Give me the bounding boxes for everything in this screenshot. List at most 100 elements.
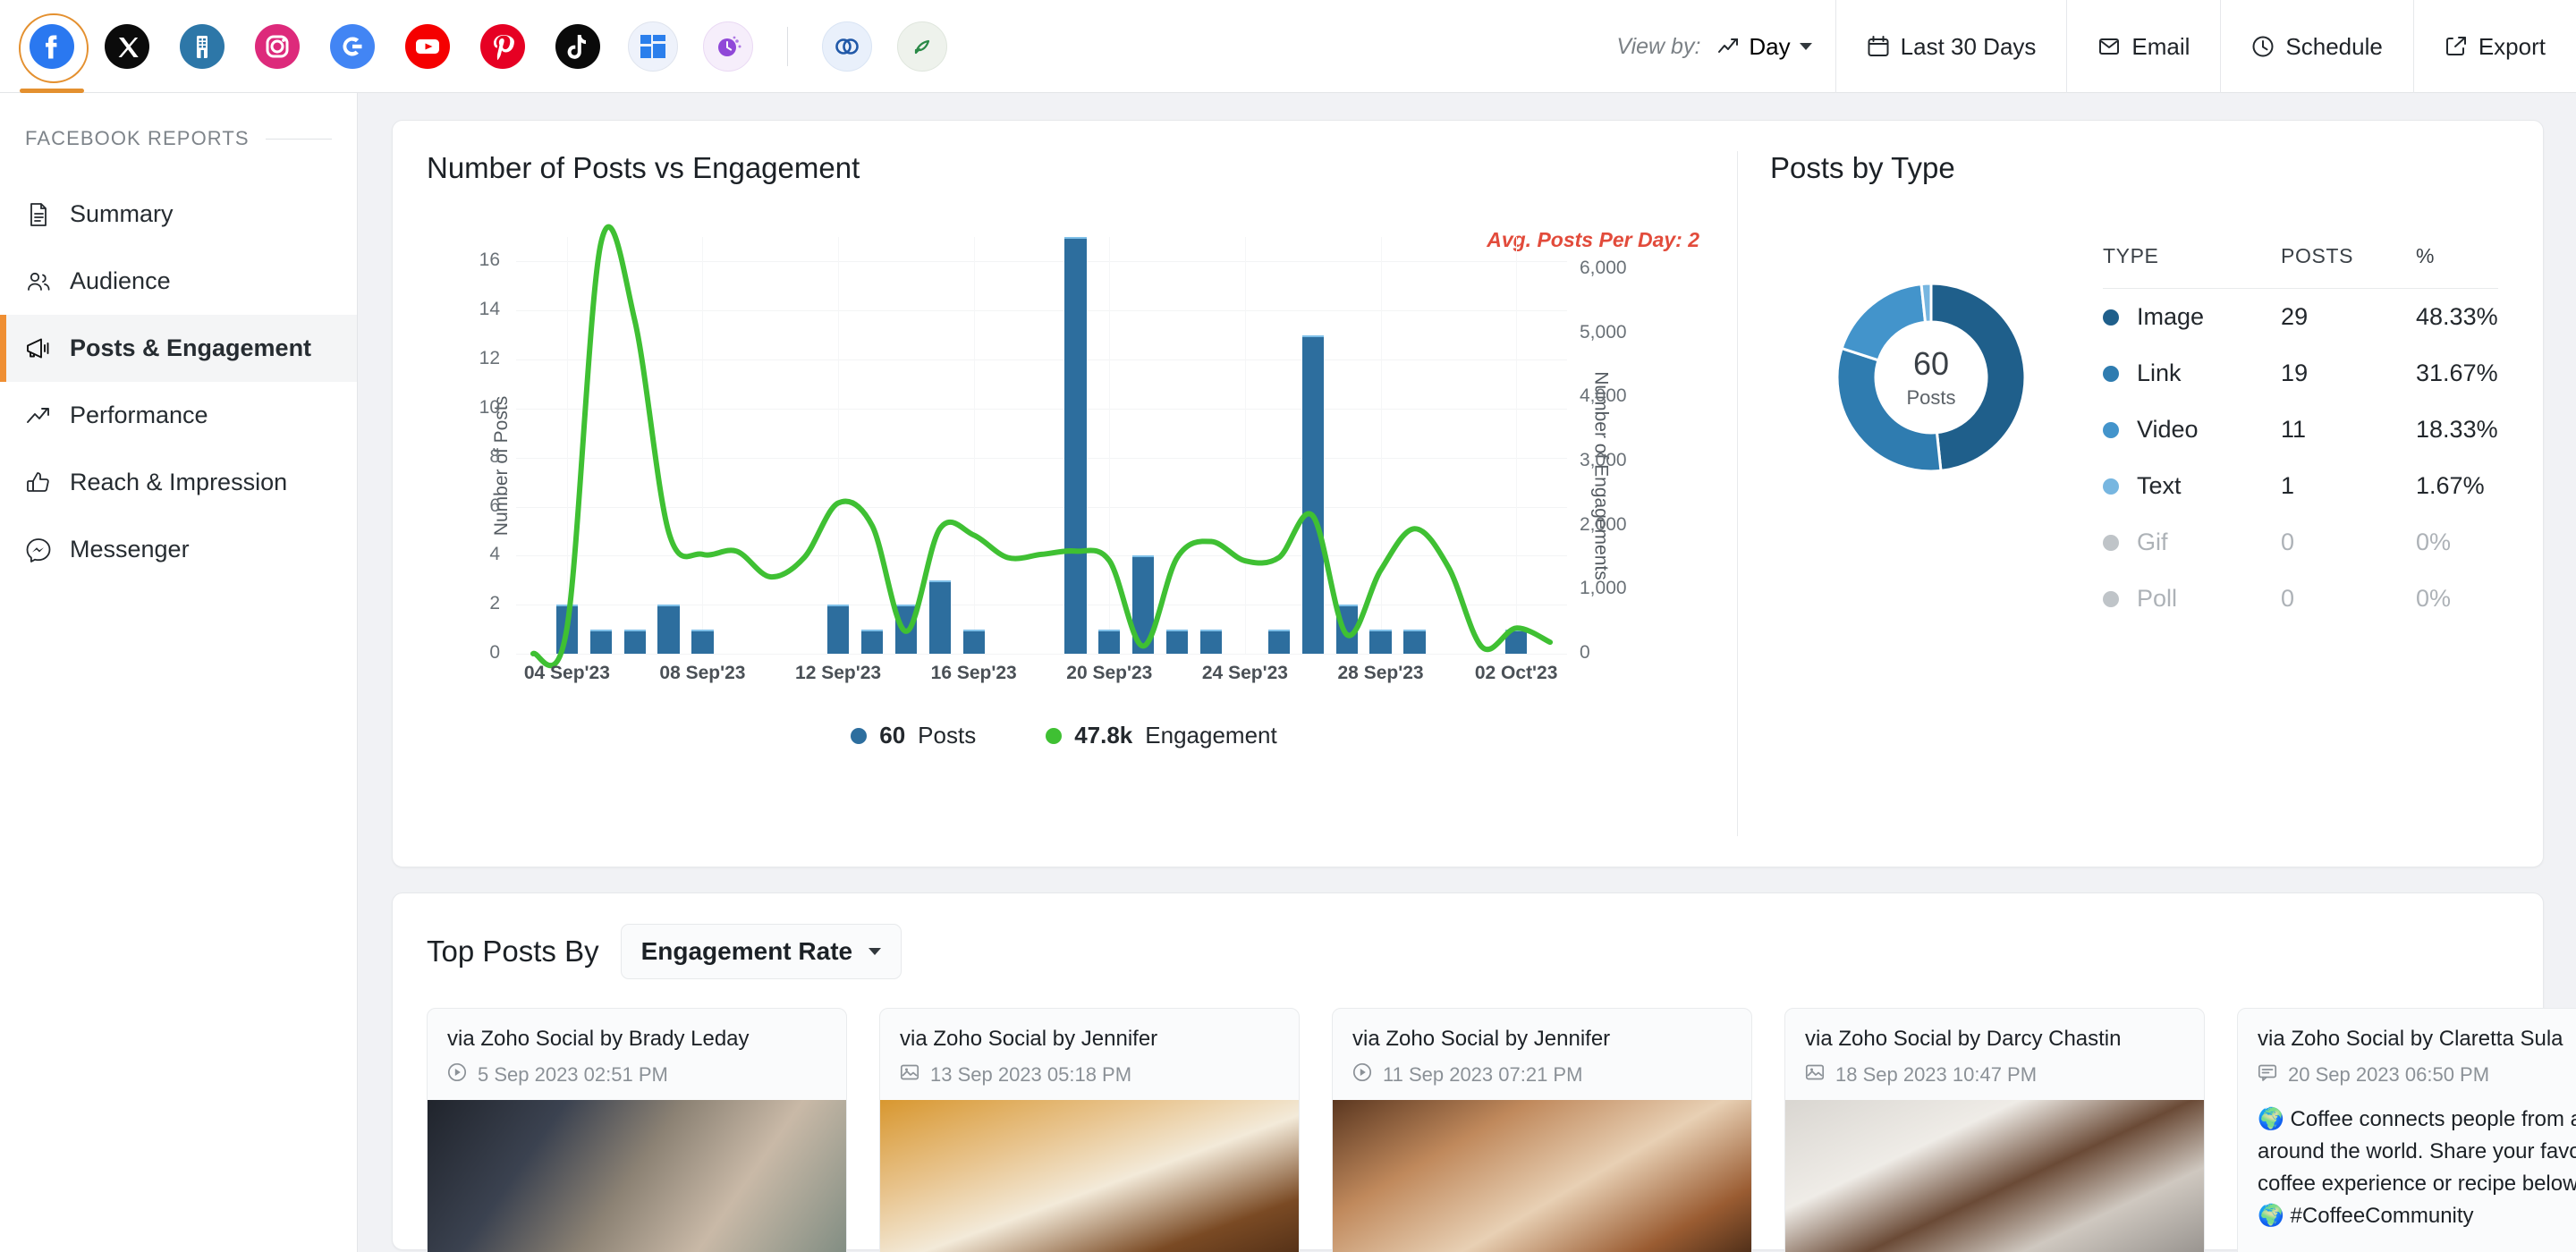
table-row: Poll 0 0% bbox=[2103, 571, 2498, 627]
post-card-header: via Zoho Social by Claretta Sula 20 Sep 2… bbox=[2238, 1009, 2576, 1100]
post-meta: 18 Sep 2023 10:47 PM bbox=[1805, 1062, 2184, 1087]
post-thumbnail bbox=[1785, 1100, 2204, 1252]
export-button[interactable]: Export bbox=[2412, 0, 2576, 93]
sidebar-item-posts-engagement[interactable]: Posts & Engagement bbox=[0, 315, 357, 382]
legend-value: 60 bbox=[879, 722, 906, 749]
cell-type: Video bbox=[2103, 402, 2204, 458]
megaphone-icon bbox=[25, 335, 52, 362]
email-button[interactable]: Email bbox=[2066, 0, 2220, 93]
schedule-label: Schedule bbox=[2285, 32, 2383, 60]
sidebar-item-label: Audience bbox=[70, 267, 171, 294]
column-header-type: TYPE bbox=[2103, 244, 2159, 267]
post-meta: 5 Sep 2023 02:51 PM bbox=[447, 1062, 826, 1087]
posts-by-type-panel: Posts by Type 60 Posts TYPE POSTS % Imag… bbox=[1738, 121, 2543, 867]
channel-pinterest[interactable] bbox=[478, 21, 528, 72]
post-date: 5 Sep 2023 02:51 PM bbox=[478, 1063, 668, 1086]
top-post-card[interactable]: via Zoho Social by Claretta Sula 20 Sep 2… bbox=[2237, 1008, 2576, 1252]
post-card-header: via Zoho Social by Jennifer 11 Sep 2023 0… bbox=[1333, 1009, 1751, 1100]
legend-value: 47.8k bbox=[1074, 722, 1133, 749]
top-post-card[interactable]: via Zoho Social by Brady Leday 5 Sep 2023… bbox=[427, 1008, 847, 1252]
channel-microsoft-tile[interactable] bbox=[628, 21, 678, 72]
type-color-dot bbox=[2103, 534, 2119, 551]
legend-dot bbox=[1046, 727, 1063, 744]
sidebar-item-audience[interactable]: Audience bbox=[0, 248, 357, 315]
line-path bbox=[533, 227, 1550, 666]
x-tick-label: 08 Sep'23 bbox=[659, 663, 746, 683]
sidebar-item-summary[interactable]: Summary bbox=[0, 181, 357, 248]
donut-total-label: Posts bbox=[1906, 386, 1956, 409]
video-icon bbox=[1352, 1062, 1372, 1087]
post-meta: 11 Sep 2023 07:21 PM bbox=[1352, 1062, 1732, 1087]
y-tick-label: 8 bbox=[489, 445, 500, 467]
main-content: Number of Posts vs Engagement Avg. Posts… bbox=[358, 93, 2576, 1252]
cell-posts: 29 bbox=[2281, 303, 2309, 330]
channel-google-business[interactable] bbox=[327, 21, 377, 72]
sidebar-item-performance[interactable]: Performance bbox=[0, 382, 357, 449]
legend-posts: 60 Posts bbox=[851, 722, 976, 749]
post-author: via Zoho Social by Jennifer bbox=[1352, 1027, 1611, 1051]
y-tick-label: 16 bbox=[479, 250, 500, 271]
cell-percent: 1.67% bbox=[2416, 472, 2485, 499]
schedule-button[interactable]: Schedule bbox=[2220, 0, 2412, 93]
view-by-label: View by: bbox=[1616, 33, 1701, 59]
post-card-header: via Zoho Social by Jennifer 13 Sep 2023 0… bbox=[880, 1009, 1299, 1100]
top-post-card[interactable]: via Zoho Social by Darcy Chastin 18 Sep 2… bbox=[1784, 1008, 2205, 1252]
charts-row: Number of Posts vs Engagement Avg. Posts… bbox=[392, 120, 2544, 867]
top-bar: View by: Day Last 30 Days Email Schedule… bbox=[0, 0, 2576, 93]
x-tick-label: 28 Sep'23 bbox=[1337, 663, 1424, 683]
cell-posts: 11 bbox=[2281, 416, 2307, 443]
sidebar-item-label: Reach & Impression bbox=[70, 469, 288, 495]
top-post-card[interactable]: via Zoho Social by Jennifer 11 Sep 2023 0… bbox=[1332, 1008, 1752, 1252]
cell-percent: 0% bbox=[2416, 585, 2452, 612]
x-tick-label: 16 Sep'23 bbox=[930, 663, 1017, 683]
view-by-select[interactable]: Day bbox=[1716, 32, 1812, 61]
cell-posts: 0 bbox=[2281, 529, 2295, 555]
date-range-button[interactable]: Last 30 Days bbox=[1835, 0, 2067, 93]
cell-percent: 48.33% bbox=[2416, 303, 2498, 330]
posts-engagement-chart: Number of Posts Number of Engagements 02… bbox=[427, 224, 1701, 707]
post-meta: 13 Sep 2023 05:18 PM bbox=[900, 1062, 1279, 1087]
cell-posts: 0 bbox=[2281, 585, 2295, 612]
top-post-card[interactable]: via Zoho Social by Jennifer 13 Sep 2023 0… bbox=[879, 1008, 1300, 1252]
channel-zoho-leaf-icon[interactable] bbox=[897, 21, 947, 72]
image-icon bbox=[900, 1062, 919, 1087]
y2-tick-label: 4,000 bbox=[1580, 385, 1627, 407]
channel-x-twitter[interactable] bbox=[102, 21, 152, 72]
table-row: Gif 0 0% bbox=[2103, 514, 2498, 571]
x-tick-label: 20 Sep'23 bbox=[1066, 663, 1153, 683]
cell-type: Gif bbox=[2103, 514, 2204, 571]
legend-engagement: 47.8k Engagement bbox=[1046, 722, 1277, 749]
sidebar-item-label: Messenger bbox=[70, 536, 190, 563]
type-color-dot bbox=[2103, 590, 2119, 607]
chart-legend: 60 Posts 47.8k Engagement bbox=[427, 722, 1701, 749]
channel-instagram[interactable] bbox=[252, 21, 302, 72]
sidebar-item-label: Posts & Engagement bbox=[70, 334, 312, 361]
top-posts-title: Top Posts By bbox=[427, 935, 599, 968]
cell-posts: 1 bbox=[2281, 472, 2295, 499]
sidebar-item-reach-impression[interactable]: Reach & Impression bbox=[0, 449, 357, 516]
report-controls: View by: Day Last 30 Days Email Schedule… bbox=[1591, 0, 2576, 93]
cell-type: Poll bbox=[2103, 571, 2204, 627]
sidebar-heading-rule bbox=[265, 138, 332, 140]
column-header-percent: % bbox=[2416, 244, 2436, 267]
x-tick-label: 12 Sep'23 bbox=[795, 663, 882, 683]
donut-ring: 60 Posts bbox=[1819, 266, 2043, 489]
channel-youtube[interactable] bbox=[402, 21, 453, 72]
channel-tiktok[interactable] bbox=[553, 21, 603, 72]
post-author: via Zoho Social by Darcy Chastin bbox=[1805, 1027, 2122, 1051]
posts-by-type-rows: Image 29 48.33% Link 19 31.67% Video 11 18.33% Te… bbox=[2103, 289, 2498, 627]
sidebar-item-label: Summary bbox=[70, 200, 174, 227]
channel-linkedin[interactable] bbox=[177, 21, 227, 72]
y2-tick-label: 1,000 bbox=[1580, 578, 1627, 599]
email-label: Email bbox=[2131, 32, 2190, 60]
channel-zoho-link-icon[interactable] bbox=[822, 21, 872, 72]
channel-facebook[interactable] bbox=[19, 13, 89, 93]
post-meta: 20 Sep 2023 06:50 PM bbox=[2258, 1062, 2576, 1087]
post-card-header: via Zoho Social by Darcy Chastin 18 Sep 2… bbox=[1785, 1009, 2204, 1100]
channel-clock-icon[interactable] bbox=[703, 21, 753, 72]
sidebar-item-messenger[interactable]: Messenger bbox=[0, 516, 357, 583]
view-by-value: Day bbox=[1749, 32, 1791, 60]
top-posts-sort-select[interactable]: Engagement Rate bbox=[620, 924, 902, 979]
table-row: Text 1 1.67% bbox=[2103, 458, 2498, 514]
export-icon bbox=[2445, 37, 2466, 55]
